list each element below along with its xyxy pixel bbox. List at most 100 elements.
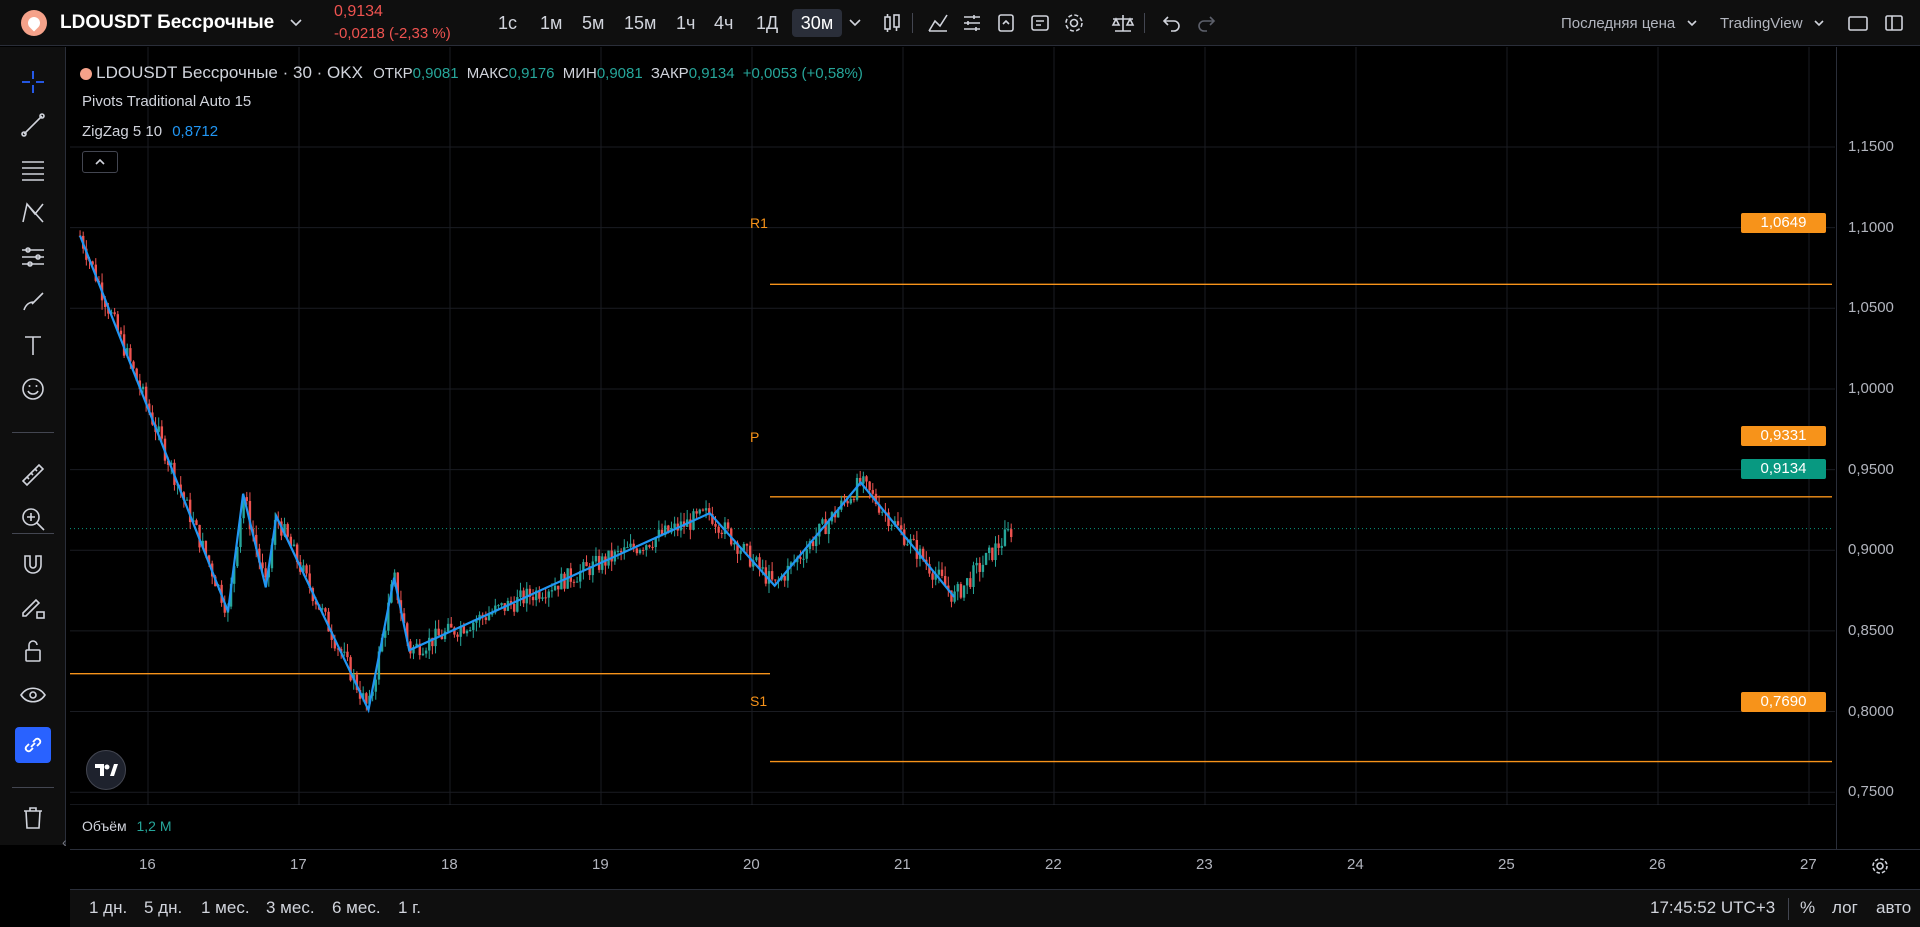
legend-close-label: ЗАКР	[650, 65, 689, 82]
legend-title[interactable]: LDOUSDT Бессрочные · 30 · OKX	[96, 63, 363, 82]
volume-indicator[interactable]: Объём 1,2 M	[82, 818, 172, 834]
zoom-in-icon[interactable]	[15, 501, 51, 537]
range-5d[interactable]: 5 дн.	[144, 898, 182, 918]
provider-selector[interactable]: TradingView	[1720, 15, 1803, 32]
symbol-name[interactable]: LDOUSDT Бессрочные	[60, 12, 274, 34]
zigzag-indicator[interactable]: ZigZag 5 10 0,8712	[82, 123, 218, 140]
candle-body	[550, 590, 554, 592]
symbol-logo-icon[interactable]	[21, 10, 47, 36]
interval-1s[interactable]: 1с	[494, 9, 521, 37]
auto-toggle[interactable]: авто	[1876, 898, 1911, 918]
time-tick-label: 23	[1196, 856, 1213, 873]
indicators-icon[interactable]	[926, 11, 950, 40]
redo-icon[interactable]	[1194, 11, 1218, 40]
range-1y[interactable]: 1 г.	[398, 898, 421, 918]
trash-icon[interactable]	[15, 799, 51, 835]
emoji-icon[interactable]	[15, 371, 51, 407]
candle-body	[437, 628, 440, 636]
magnet-icon[interactable]	[15, 545, 51, 581]
candle-body	[472, 622, 475, 630]
time-tick-label: 22	[1045, 856, 1062, 873]
interval-dropdown-icon[interactable]	[848, 15, 862, 34]
candle-body	[1010, 529, 1013, 538]
price-chart[interactable]	[70, 47, 1838, 805]
candle-body	[1003, 529, 1007, 546]
range-6m[interactable]: 6 мес.	[332, 898, 381, 918]
lock-drawing-icon[interactable]	[15, 589, 51, 625]
candle-body	[160, 426, 164, 439]
candle-body	[553, 585, 557, 591]
candle-body	[871, 490, 874, 494]
candle-body	[965, 578, 969, 586]
time-tick-label: 18	[441, 856, 458, 873]
range-3m[interactable]: 3 мес.	[266, 898, 315, 918]
candle-body	[1000, 545, 1003, 548]
collapse-legend-button[interactable]	[82, 151, 118, 173]
tradingview-logo-icon[interactable]	[86, 750, 126, 790]
link-icon[interactable]	[15, 727, 51, 763]
interval-1h[interactable]: 1ч	[672, 9, 699, 37]
toolbar-separator	[12, 533, 54, 534]
toolbar-divider-2	[1144, 13, 1145, 33]
alert-icon[interactable]	[994, 11, 1018, 40]
collapse-toolbar-icon[interactable]: ‹	[62, 834, 67, 850]
pivots-indicator-label[interactable]: Pivots Traditional Auto 15	[82, 93, 251, 110]
interval-4h[interactable]: 4ч	[710, 9, 737, 37]
candle-body	[991, 547, 994, 561]
pivot-s1-label: S1	[750, 693, 768, 709]
interval-30m[interactable]: 30м	[792, 9, 842, 37]
brush-icon[interactable]	[15, 283, 51, 319]
candle-body	[868, 481, 871, 491]
fib-levels-icon[interactable]	[15, 151, 51, 187]
undo-icon[interactable]	[1160, 11, 1184, 40]
time-axis[interactable]: 16 17 18 19 20 21 22 23 24 25 26 27	[0, 856, 1920, 882]
pivot-p-label: P	[750, 429, 760, 445]
pattern-icon[interactable]	[15, 195, 51, 231]
forecast-icon[interactable]	[15, 239, 51, 275]
compare-scale-icon[interactable]	[1110, 11, 1136, 40]
eye-icon[interactable]	[15, 677, 51, 713]
candle-body	[119, 330, 123, 335]
interval-1m[interactable]: 1м	[536, 9, 566, 37]
price-type-selector[interactable]: Последняя цена	[1561, 15, 1675, 32]
candle-body	[572, 581, 576, 583]
candle-body	[629, 543, 632, 548]
snapshot-icon[interactable]	[1882, 11, 1906, 40]
chart-pane[interactable]: LDOUSDT Бессрочные · 30 · OKX ОТКР0,9081…	[70, 47, 1838, 834]
candle-body	[698, 509, 701, 514]
candle-body	[324, 608, 327, 612]
range-1d[interactable]: 1 дн.	[89, 898, 127, 918]
chevron-down-icon[interactable]	[1686, 16, 1698, 34]
price-label-pivot: 0,9331	[1741, 426, 1826, 446]
percent-toggle[interactable]: %	[1800, 898, 1815, 918]
candle-type-icon[interactable]	[880, 11, 904, 40]
log-toggle[interactable]: лог	[1832, 898, 1858, 918]
clock-time[interactable]: 17:45:52 UTC+3	[1650, 898, 1775, 918]
interval-1d[interactable]: 1Д	[752, 9, 782, 37]
chevron-down-icon[interactable]	[1813, 16, 1825, 34]
templates-icon[interactable]	[960, 11, 984, 40]
crosshair-icon[interactable]	[15, 64, 51, 100]
fullscreen-icon[interactable]	[1846, 11, 1870, 40]
candle-body	[450, 623, 453, 628]
candle-body	[821, 519, 824, 524]
text-icon[interactable]	[15, 327, 51, 363]
settings-gear-icon[interactable]	[1062, 11, 1086, 40]
chevron-down-icon[interactable]	[288, 14, 304, 35]
candle-body	[726, 522, 730, 529]
range-1m[interactable]: 1 мес.	[201, 898, 250, 918]
axis-settings-gear-icon[interactable]	[1870, 856, 1890, 881]
candle-body	[626, 547, 629, 549]
replay-icon[interactable]	[1028, 11, 1052, 40]
candle-body	[651, 546, 654, 548]
candle-body	[704, 508, 708, 511]
candle-body	[981, 564, 985, 572]
candle-body	[616, 551, 620, 553]
candle-body	[547, 591, 550, 598]
interval-15m[interactable]: 15м	[620, 9, 660, 37]
price-axis[interactable]: 1,1500 1,1000 1,0500 1,0000 0,9500 0,9000 0,85…	[1836, 47, 1920, 850]
ruler-icon[interactable]	[15, 457, 51, 493]
trend-line-icon[interactable]	[15, 107, 51, 143]
interval-5m[interactable]: 5м	[578, 9, 608, 37]
unlock-icon[interactable]	[15, 633, 51, 669]
